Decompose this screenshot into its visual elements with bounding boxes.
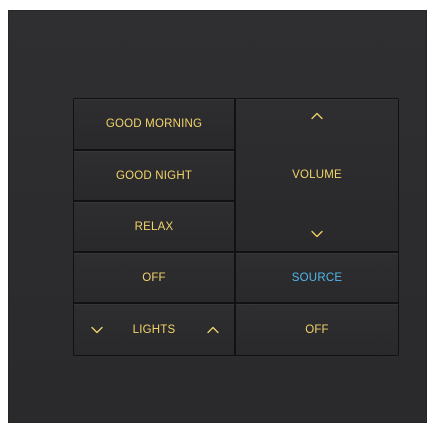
chevron-down-icon[interactable] (90, 325, 104, 335)
audio-off-label: OFF (305, 323, 329, 336)
lights-rocker: LIGHTS (74, 304, 234, 355)
chevron-up-icon[interactable] (206, 325, 220, 335)
source-button[interactable]: SOURCE (236, 253, 398, 302)
source-label: SOURCE (291, 271, 343, 284)
scene-off-button[interactable]: OFF (74, 253, 234, 302)
audio-off-button[interactable]: OFF (236, 304, 398, 355)
relax-label: RELAX (134, 220, 174, 233)
relax-button[interactable]: RELAX (74, 202, 234, 251)
good-night-label: GOOD NIGHT (115, 169, 193, 182)
good-morning-button[interactable]: GOOD MORNING (74, 99, 234, 149)
good-morning-label: GOOD MORNING (105, 118, 203, 130)
scene-off-label: OFF (142, 271, 166, 284)
volume-label: VOLUME (292, 169, 342, 181)
chevron-down-icon[interactable] (310, 229, 324, 239)
keypad-grid: GOOD MORNING GOOD NIGHT RELAX OFF LIGHTS… (73, 98, 399, 356)
wall-keypad-plate: GOOD MORNING GOOD NIGHT RELAX OFF LIGHTS… (8, 10, 427, 423)
lights-label: LIGHTS (132, 323, 176, 336)
good-night-button[interactable]: GOOD NIGHT (74, 151, 234, 200)
volume-rocker: VOLUME (236, 99, 398, 251)
chevron-up-icon[interactable] (310, 111, 324, 121)
